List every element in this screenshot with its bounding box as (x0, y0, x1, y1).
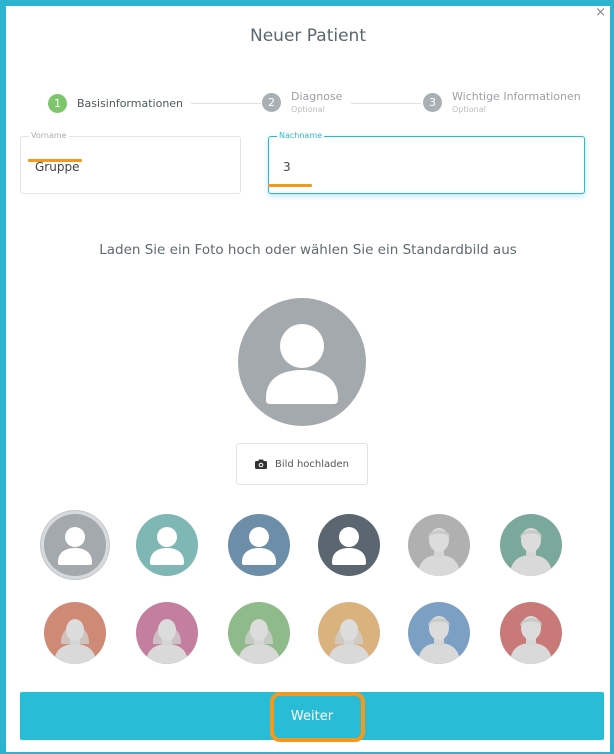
upload-image-label: Bild hochladen (275, 458, 349, 470)
avatar-option-gray-man[interactable] (408, 514, 470, 576)
new-patient-dialog: × Neuer Patient 1 Basisinformationen 2 D… (6, 6, 610, 752)
woman-avatar-icon (328, 619, 370, 664)
first-name-label: Vorname (29, 131, 69, 140)
step-label: Basisinformationen (77, 97, 184, 110)
man-avatar-icon (418, 528, 460, 576)
user-silhouette-icon (332, 527, 366, 565)
avatar-option-red-man[interactable] (500, 602, 562, 664)
man-avatar-icon (510, 528, 552, 576)
user-silhouette-icon (150, 527, 184, 565)
photo-instruction: Laden Sie ein Foto hoch oder wählen Sie … (99, 242, 517, 258)
step-connector (351, 103, 421, 104)
avatar-option-green-woman[interactable] (228, 602, 290, 664)
user-silhouette-icon (58, 527, 92, 565)
user-silhouette-icon (242, 527, 276, 565)
woman-avatar-icon (238, 619, 280, 664)
step-label: Diagnose (291, 90, 343, 103)
upload-image-button[interactable]: Bild hochladen (236, 443, 368, 485)
avatar-option-pink-woman[interactable] (136, 602, 198, 664)
avatar-option-blue-man[interactable] (408, 602, 470, 664)
annotation-highlight (270, 692, 365, 742)
first-name-field[interactable]: Vorname (20, 131, 241, 194)
woman-avatar-icon (146, 619, 188, 664)
annotation-underline (28, 159, 82, 162)
avatar-option-red-woman[interactable] (44, 602, 106, 664)
step-number-3: 3 (423, 93, 442, 112)
man-avatar-icon (510, 616, 552, 664)
avatar-option-gray-person[interactable] (44, 514, 106, 576)
last-name-input[interactable] (281, 159, 537, 175)
step-wichtige-informationen[interactable]: 3 Wichtige Informationen Optional (423, 90, 581, 115)
avatar-option-teal-person[interactable] (136, 514, 198, 576)
woman-avatar-icon (54, 619, 96, 664)
avatar-option-blue-person[interactable] (228, 514, 290, 576)
close-icon[interactable]: × (595, 6, 606, 20)
step-basisinformationen[interactable]: 1 Basisinformationen (48, 94, 183, 113)
step-optional: Optional (452, 105, 486, 114)
step-connector (191, 103, 261, 104)
step-diagnose[interactable]: 2 Diagnose Optional (262, 90, 342, 115)
step-optional: Optional (291, 105, 325, 114)
dialog-title: Neuer Patient (250, 26, 366, 46)
last-name-label: Nachname (277, 131, 325, 140)
annotation-underline (268, 184, 312, 187)
camera-icon (255, 459, 267, 469)
step-number-2: 2 (262, 93, 281, 112)
avatar-option-dark-person[interactable] (318, 514, 380, 576)
avatar-option-green-man[interactable] (500, 514, 562, 576)
user-silhouette-icon (266, 324, 338, 404)
man-avatar-icon (418, 616, 460, 664)
last-name-field[interactable]: Nachname (268, 131, 585, 194)
step-number-1: 1 (48, 94, 67, 113)
step-label: Wichtige Informationen (452, 90, 581, 103)
profile-picture-preview (238, 298, 366, 426)
avatar-option-yellow-woman[interactable] (318, 602, 380, 664)
